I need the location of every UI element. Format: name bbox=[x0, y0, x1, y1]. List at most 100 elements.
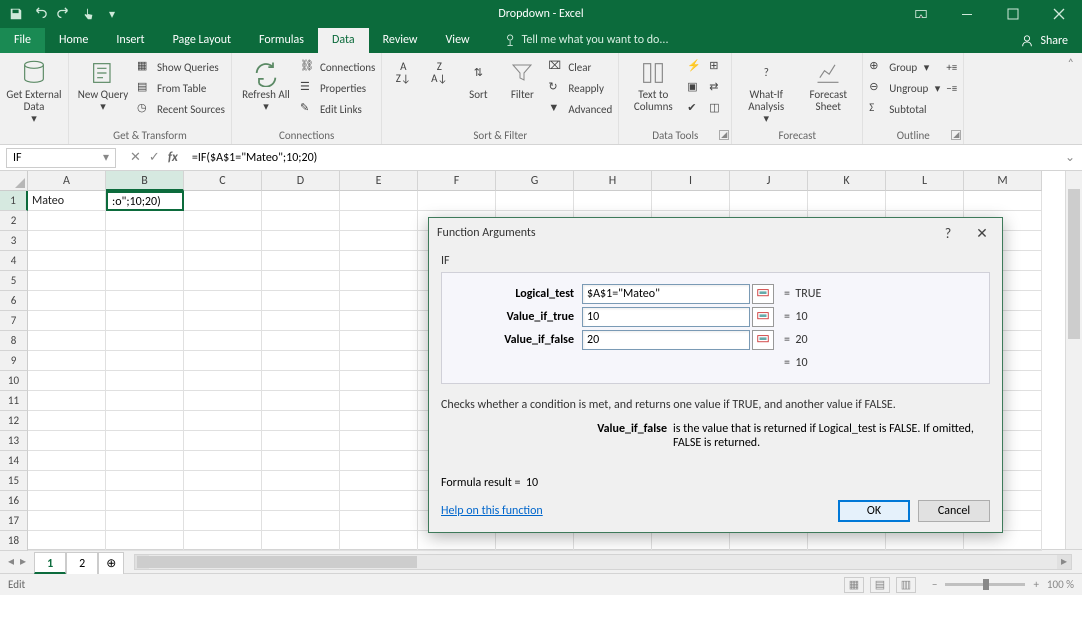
zoom-level[interactable]: 100 % bbox=[1047, 578, 1074, 591]
cell-D8[interactable] bbox=[262, 331, 340, 351]
consolidate-button[interactable]: ⊞ bbox=[709, 57, 725, 77]
cell-G18[interactable] bbox=[496, 531, 574, 551]
dialog-title-bar[interactable]: Function Arguments ? ✕ bbox=[429, 218, 1002, 248]
collapse-dialog-icon-2[interactable] bbox=[752, 307, 774, 327]
cell-B5[interactable] bbox=[106, 271, 184, 291]
data-model-button[interactable]: ◫ bbox=[709, 99, 725, 119]
new-query-button[interactable]: New Query▾ bbox=[75, 57, 131, 113]
cell-D11[interactable] bbox=[262, 391, 340, 411]
arg-input-logical-test[interactable] bbox=[582, 284, 750, 304]
collapse-dialog-icon-3[interactable] bbox=[752, 330, 774, 350]
recent-sources-button[interactable]: ◷Recent Sources bbox=[137, 99, 225, 119]
cell-D9[interactable] bbox=[262, 351, 340, 371]
cell-D4[interactable] bbox=[262, 251, 340, 271]
tab-formulas[interactable]: Formulas bbox=[245, 28, 318, 53]
cell-A8[interactable] bbox=[28, 331, 106, 351]
cell-D2[interactable] bbox=[262, 211, 340, 231]
horizontal-scrollbar[interactable]: ◂▸ bbox=[134, 554, 1072, 570]
tab-file[interactable]: File bbox=[0, 28, 45, 53]
cell-C13[interactable] bbox=[184, 431, 262, 451]
cell-B11[interactable] bbox=[106, 391, 184, 411]
cell-I1[interactable] bbox=[652, 191, 730, 211]
cell-A6[interactable] bbox=[28, 291, 106, 311]
cell-D17[interactable] bbox=[262, 511, 340, 531]
redo-icon[interactable] bbox=[56, 6, 72, 22]
cell-E6[interactable] bbox=[340, 291, 418, 311]
cell-G1[interactable] bbox=[496, 191, 574, 211]
cell-E18[interactable] bbox=[340, 531, 418, 551]
advanced-button[interactable]: ▼Advanced bbox=[548, 99, 612, 119]
row-head-5[interactable]: 5 bbox=[0, 271, 28, 291]
cell-D1[interactable] bbox=[262, 191, 340, 211]
row-head-7[interactable]: 7 bbox=[0, 311, 28, 331]
ribbon-options-icon[interactable] bbox=[898, 0, 944, 28]
data-validation-button[interactable]: ✔ bbox=[687, 99, 703, 119]
cell-E1[interactable] bbox=[340, 191, 418, 211]
cell-J18[interactable] bbox=[730, 531, 808, 551]
cell-A5[interactable] bbox=[28, 271, 106, 291]
reapply-button[interactable]: ↻Reapply bbox=[548, 78, 612, 98]
cell-J1[interactable] bbox=[730, 191, 808, 211]
row-head-13[interactable]: 13 bbox=[0, 431, 28, 451]
cell-E9[interactable] bbox=[340, 351, 418, 371]
cell-C14[interactable] bbox=[184, 451, 262, 471]
arg-input-value-if-true[interactable] bbox=[582, 307, 750, 327]
cell-A4[interactable] bbox=[28, 251, 106, 271]
cell-C3[interactable] bbox=[184, 231, 262, 251]
cell-E4[interactable] bbox=[340, 251, 418, 271]
cell-C15[interactable] bbox=[184, 471, 262, 491]
col-head-A[interactable]: A bbox=[28, 171, 106, 191]
zoom-slider[interactable] bbox=[945, 583, 1025, 586]
touch-mode-icon[interactable] bbox=[80, 6, 96, 22]
cell-I18[interactable] bbox=[652, 531, 730, 551]
save-icon[interactable] bbox=[8, 6, 24, 22]
cell-C9[interactable] bbox=[184, 351, 262, 371]
cell-H1[interactable] bbox=[574, 191, 652, 211]
relationships-button[interactable]: ⇄ bbox=[709, 78, 725, 98]
row-head-9[interactable]: 9 bbox=[0, 351, 28, 371]
col-head-J[interactable]: J bbox=[730, 171, 808, 191]
get-external-data-button[interactable]: Get External Data▾ bbox=[6, 57, 62, 125]
qat-dropdown-icon[interactable]: ▾ bbox=[104, 6, 120, 22]
dialog-close-icon[interactable]: ✕ bbox=[970, 221, 994, 245]
cell-C17[interactable] bbox=[184, 511, 262, 531]
cell-E13[interactable] bbox=[340, 431, 418, 451]
share-button[interactable]: Share bbox=[1006, 28, 1082, 53]
arg-input-value-if-false[interactable] bbox=[582, 330, 750, 350]
row-head-18[interactable]: 18 bbox=[0, 531, 28, 551]
col-head-K[interactable]: K bbox=[808, 171, 886, 191]
col-head-B[interactable]: B bbox=[106, 171, 184, 191]
cell-E17[interactable] bbox=[340, 511, 418, 531]
cell-B18[interactable] bbox=[106, 531, 184, 551]
ok-button[interactable]: OK bbox=[838, 500, 910, 522]
sheet-nav-next-icon[interactable]: ▸ bbox=[20, 554, 26, 569]
cell-D16[interactable] bbox=[262, 491, 340, 511]
col-head-H[interactable]: H bbox=[574, 171, 652, 191]
show-detail-button[interactable]: +≡ bbox=[946, 57, 957, 77]
name-box[interactable]: IF▾ bbox=[6, 148, 116, 168]
cell-A7[interactable] bbox=[28, 311, 106, 331]
cell-F1[interactable] bbox=[418, 191, 496, 211]
cell-C11[interactable] bbox=[184, 391, 262, 411]
row-head-14[interactable]: 14 bbox=[0, 451, 28, 471]
cell-A3[interactable] bbox=[28, 231, 106, 251]
cell-A13[interactable] bbox=[28, 431, 106, 451]
flash-fill-button[interactable]: ⚡ bbox=[687, 57, 703, 77]
cell-M18[interactable] bbox=[964, 531, 1042, 551]
cell-B1[interactable] bbox=[106, 191, 184, 211]
vertical-scrollbar[interactable] bbox=[1065, 171, 1082, 549]
cell-D6[interactable] bbox=[262, 291, 340, 311]
cell-E11[interactable] bbox=[340, 391, 418, 411]
cell-C4[interactable] bbox=[184, 251, 262, 271]
cell-K18[interactable] bbox=[808, 531, 886, 551]
sort-za-button[interactable]: ZA↓ bbox=[424, 57, 454, 89]
row-head-10[interactable]: 10 bbox=[0, 371, 28, 391]
cell-D10[interactable] bbox=[262, 371, 340, 391]
cell-E16[interactable] bbox=[340, 491, 418, 511]
tab-insert[interactable]: Insert bbox=[102, 28, 158, 53]
cell-A10[interactable] bbox=[28, 371, 106, 391]
row-head-16[interactable]: 16 bbox=[0, 491, 28, 511]
filter-button[interactable]: Filter bbox=[502, 57, 542, 101]
cell-D12[interactable] bbox=[262, 411, 340, 431]
show-queries-button[interactable]: ▦Show Queries bbox=[137, 57, 225, 77]
